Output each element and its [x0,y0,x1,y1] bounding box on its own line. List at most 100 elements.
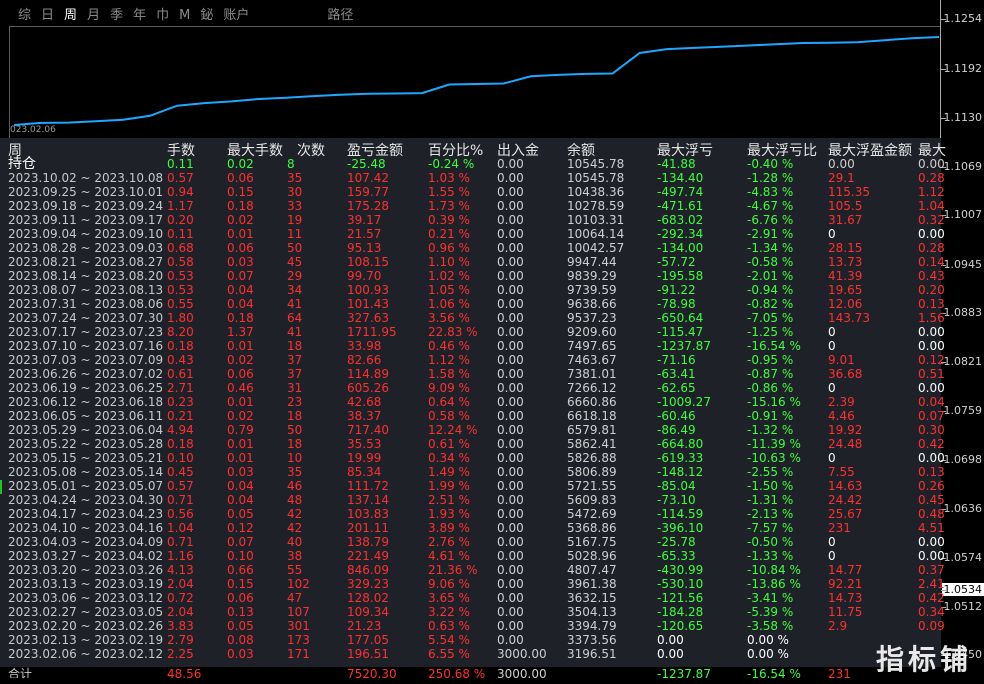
cell-inout: 0.00 [497,479,524,493]
table-row[interactable]: 2023.09.25 ~ 2023.10.01 0.94 0.15 30 159.77 1… [0,185,945,199]
cell-lots: 0.55 [167,297,194,311]
cell-label: 2023.02.27 ~ 2023.03.05 [8,605,164,619]
column-header: 最大浮亏比 [747,143,817,159]
table-row[interactable]: 2023.05.01 ~ 2023.05.07 0.57 0.04 46 111.72 1… [0,479,945,493]
cell-max-lots: 0.02 [227,157,254,171]
table-row[interactable]: 2023.06.12 ~ 2023.06.18 0.23 0.01 23 42.68 0.… [0,395,945,409]
table-row[interactable]: 2023.03.20 ~ 2023.03.26 4.13 0.66 55 846.09 2… [0,563,945,577]
cell-lots: 1.04 [167,521,194,535]
cell-last: 2.41 [918,577,945,591]
cell-pct: 22.83 % [428,325,478,339]
table-row[interactable]: 2023.07.24 ~ 2023.07.30 1.80 0.18 64 327.63 3… [0,311,945,325]
table-row[interactable]: 2023.06.26 ~ 2023.07.02 0.61 0.06 37 114.89 1… [0,367,945,381]
cell-last: 4.51 [918,521,945,535]
tab-8[interactable]: 鉍 [198,6,215,26]
table-row[interactable]: 2023.04.10 ~ 2023.04.16 1.04 0.12 42 201.11 3… [0,521,945,535]
table-row[interactable]: 2023.05.15 ~ 2023.05.21 0.10 0.01 10 19.99 0.… [0,451,945,465]
table-row[interactable]: 2023.09.18 ~ 2023.09.24 1.17 0.18 33 175.28 1… [0,199,945,213]
column-header: 次数 [297,143,325,159]
table-row[interactable]: 2023.02.20 ~ 2023.02.26 3.83 0.05 301 21.23 0… [0,619,945,633]
cell-max-float-profit: 28.15 [828,241,863,255]
cell-max-lots: 0.06 [227,367,254,381]
cell-balance: 3961.38 [567,577,617,591]
tab-4[interactable]: 季 [108,6,125,26]
tab-3[interactable]: 月 [85,6,102,26]
table-row[interactable]: 2023.04.03 ~ 2023.04.09 0.71 0.07 40 138.79 2… [0,535,945,549]
cell-pct: -0.24 % [428,157,475,171]
tab-path[interactable]: 路径 [325,6,355,26]
table-row[interactable]: 2023.07.10 ~ 2023.07.16 0.18 0.01 18 33.98 0.… [0,339,945,353]
table-row[interactable]: 2023.03.06 ~ 2023.03.12 0.72 0.06 47 128.02 3… [0,591,945,605]
cell-max-float-profit: 92.21 [828,577,863,591]
cell-label: 2023.06.26 ~ 2023.07.02 [8,367,164,381]
cell-max-float-profit: 31.67 [828,213,863,227]
cell-count: 37 [287,367,303,381]
cell-last: 0.00 [918,157,945,171]
tab-0[interactable]: 综 [16,6,33,26]
table-row[interactable]: 2023.05.22 ~ 2023.05.28 0.18 0.01 18 35.53 0.… [0,437,945,451]
cell-inout: 0.00 [497,255,524,269]
cell-max-float-loss-pct: -10.63 % [747,451,801,465]
cell-max-float-loss: -62.65 [657,381,696,395]
table-row[interactable]: 2023.06.05 ~ 2023.06.11 0.21 0.02 18 38.37 0.… [0,409,945,423]
table-row[interactable]: 2023.09.04 ~ 2023.09.10 0.11 0.01 11 21.57 0.… [0,227,945,241]
cell-pnl: 103.83 [347,507,389,521]
table-row[interactable]: 2023.07.31 ~ 2023.08.06 0.55 0.04 41 101.43 1… [0,297,945,311]
table-row[interactable]: 2023.06.19 ~ 2023.06.25 2.71 0.46 31 605.26 9… [0,381,945,395]
cell-balance: 9839.29 [567,269,617,283]
table-row[interactable]: 2023.02.06 ~ 2023.02.12 2.25 0.03 171 196.51… [0,647,941,661]
table-row[interactable]: 2023.03.13 ~ 2023.03.19 2.04 0.15 102 329.23… [0,577,945,591]
table-row[interactable]: 2023.02.27 ~ 2023.03.05 2.04 0.13 107 109.34… [0,605,945,619]
table-row[interactable]: 2023.09.11 ~ 2023.09.17 0.20 0.02 19 39.17 0.… [0,213,945,227]
cell-max-lots: 0.46 [227,381,254,395]
cell-lots: 2.25 [167,647,194,661]
table-row[interactable]: 2023.08.07 ~ 2023.08.13 0.53 0.04 34 100.93 1… [0,283,945,297]
cell-pnl: 108.15 [347,255,389,269]
cell-label: 2023.03.27 ~ 2023.04.02 [8,549,164,563]
table-row[interactable]: 2023.07.03 ~ 2023.07.09 0.43 0.02 37 82.66 1.… [0,353,945,367]
table-row[interactable]: 2023.08.28 ~ 2023.09.03 0.68 0.06 50 95.13 0.… [0,241,945,255]
table-row[interactable]: 2023.08.14 ~ 2023.08.20 0.53 0.07 29 99.70 1.… [0,269,945,283]
cell-max-float-loss-pct: -0.95 % [747,353,794,367]
table-row[interactable]: 2023.07.17 ~ 2023.07.23 8.20 1.37 41 1711.95… [0,325,945,339]
cell-inout: 0.00 [497,591,524,605]
cell-max-lots: 0.06 [227,591,254,605]
cell-pct: 1.05 % [428,283,470,297]
cell-max-float-loss: -497.74 [657,185,704,199]
tab-1[interactable]: 日 [39,6,56,26]
price-label: 1.0821 [943,355,983,368]
table-row[interactable]: 2023.02.13 ~ 2023.02.19 2.79 0.08 173 177.05… [0,633,941,647]
chart-start-date: 023.02.06 [10,125,56,135]
tab-7[interactable]: M [177,6,192,26]
cell-last: 0.07 [918,409,945,423]
table-row[interactable]: 2023.05.08 ~ 2023.05.14 0.45 0.03 35 85.34 1.… [0,465,945,479]
cell-max-float-loss-pct: -0.58 % [747,255,794,269]
cell-balance: 10278.59 [567,199,625,213]
table-row[interactable]: 2023.10.02 ~ 2023.10.08 0.57 0.06 35 107.42 1… [0,171,945,185]
cell-last: 0.32 [918,213,945,227]
cell-inout: 0.00 [497,325,524,339]
tab-2[interactable]: 周 [62,6,79,26]
cell-max-float-loss-pct: -0.50 % [747,535,794,549]
table-row[interactable]: 2023.03.27 ~ 2023.04.02 1.16 0.10 38 221.49 4… [0,549,945,563]
tab-9[interactable]: 账户 [221,6,251,26]
position-row[interactable]: 持仓 0.11 0.02 8 -25.48 -0.24 % 0.00 10545.78 -41.… [0,157,945,171]
table-row[interactable]: 2023.05.29 ~ 2023.06.04 4.94 0.79 50 717.40 1… [0,423,945,437]
table-row[interactable]: 2023.04.17 ~ 2023.04.23 0.56 0.05 42 103.83 1… [0,507,945,521]
price-label: 1.0698 [943,453,983,466]
cell-max-lots: 0.13 [227,605,254,619]
cell-max-float-profit: 11.75 [828,605,863,619]
cell-max-float-loss-pct: -0.82 % [747,297,794,311]
cell-inout: 0.00 [497,199,524,213]
cell-label: 2023.02.20 ~ 2023.02.26 [8,619,164,633]
price-tick [941,69,946,70]
table-row[interactable]: 2023.04.24 ~ 2023.04.30 0.71 0.04 48 137.14 2… [0,493,945,507]
cell-max-lots: 0.06 [227,241,254,255]
cell-lots: 0.57 [167,171,194,185]
tab-5[interactable]: 年 [131,6,148,26]
cell-max-lots: 0.03 [227,465,254,479]
tab-6[interactable]: 巾 [154,6,171,26]
cell-max-lots: 0.07 [227,535,254,549]
price-tick [941,19,946,20]
table-row[interactable]: 2023.08.21 ~ 2023.08.27 0.58 0.03 45 108.15 1… [0,255,945,269]
